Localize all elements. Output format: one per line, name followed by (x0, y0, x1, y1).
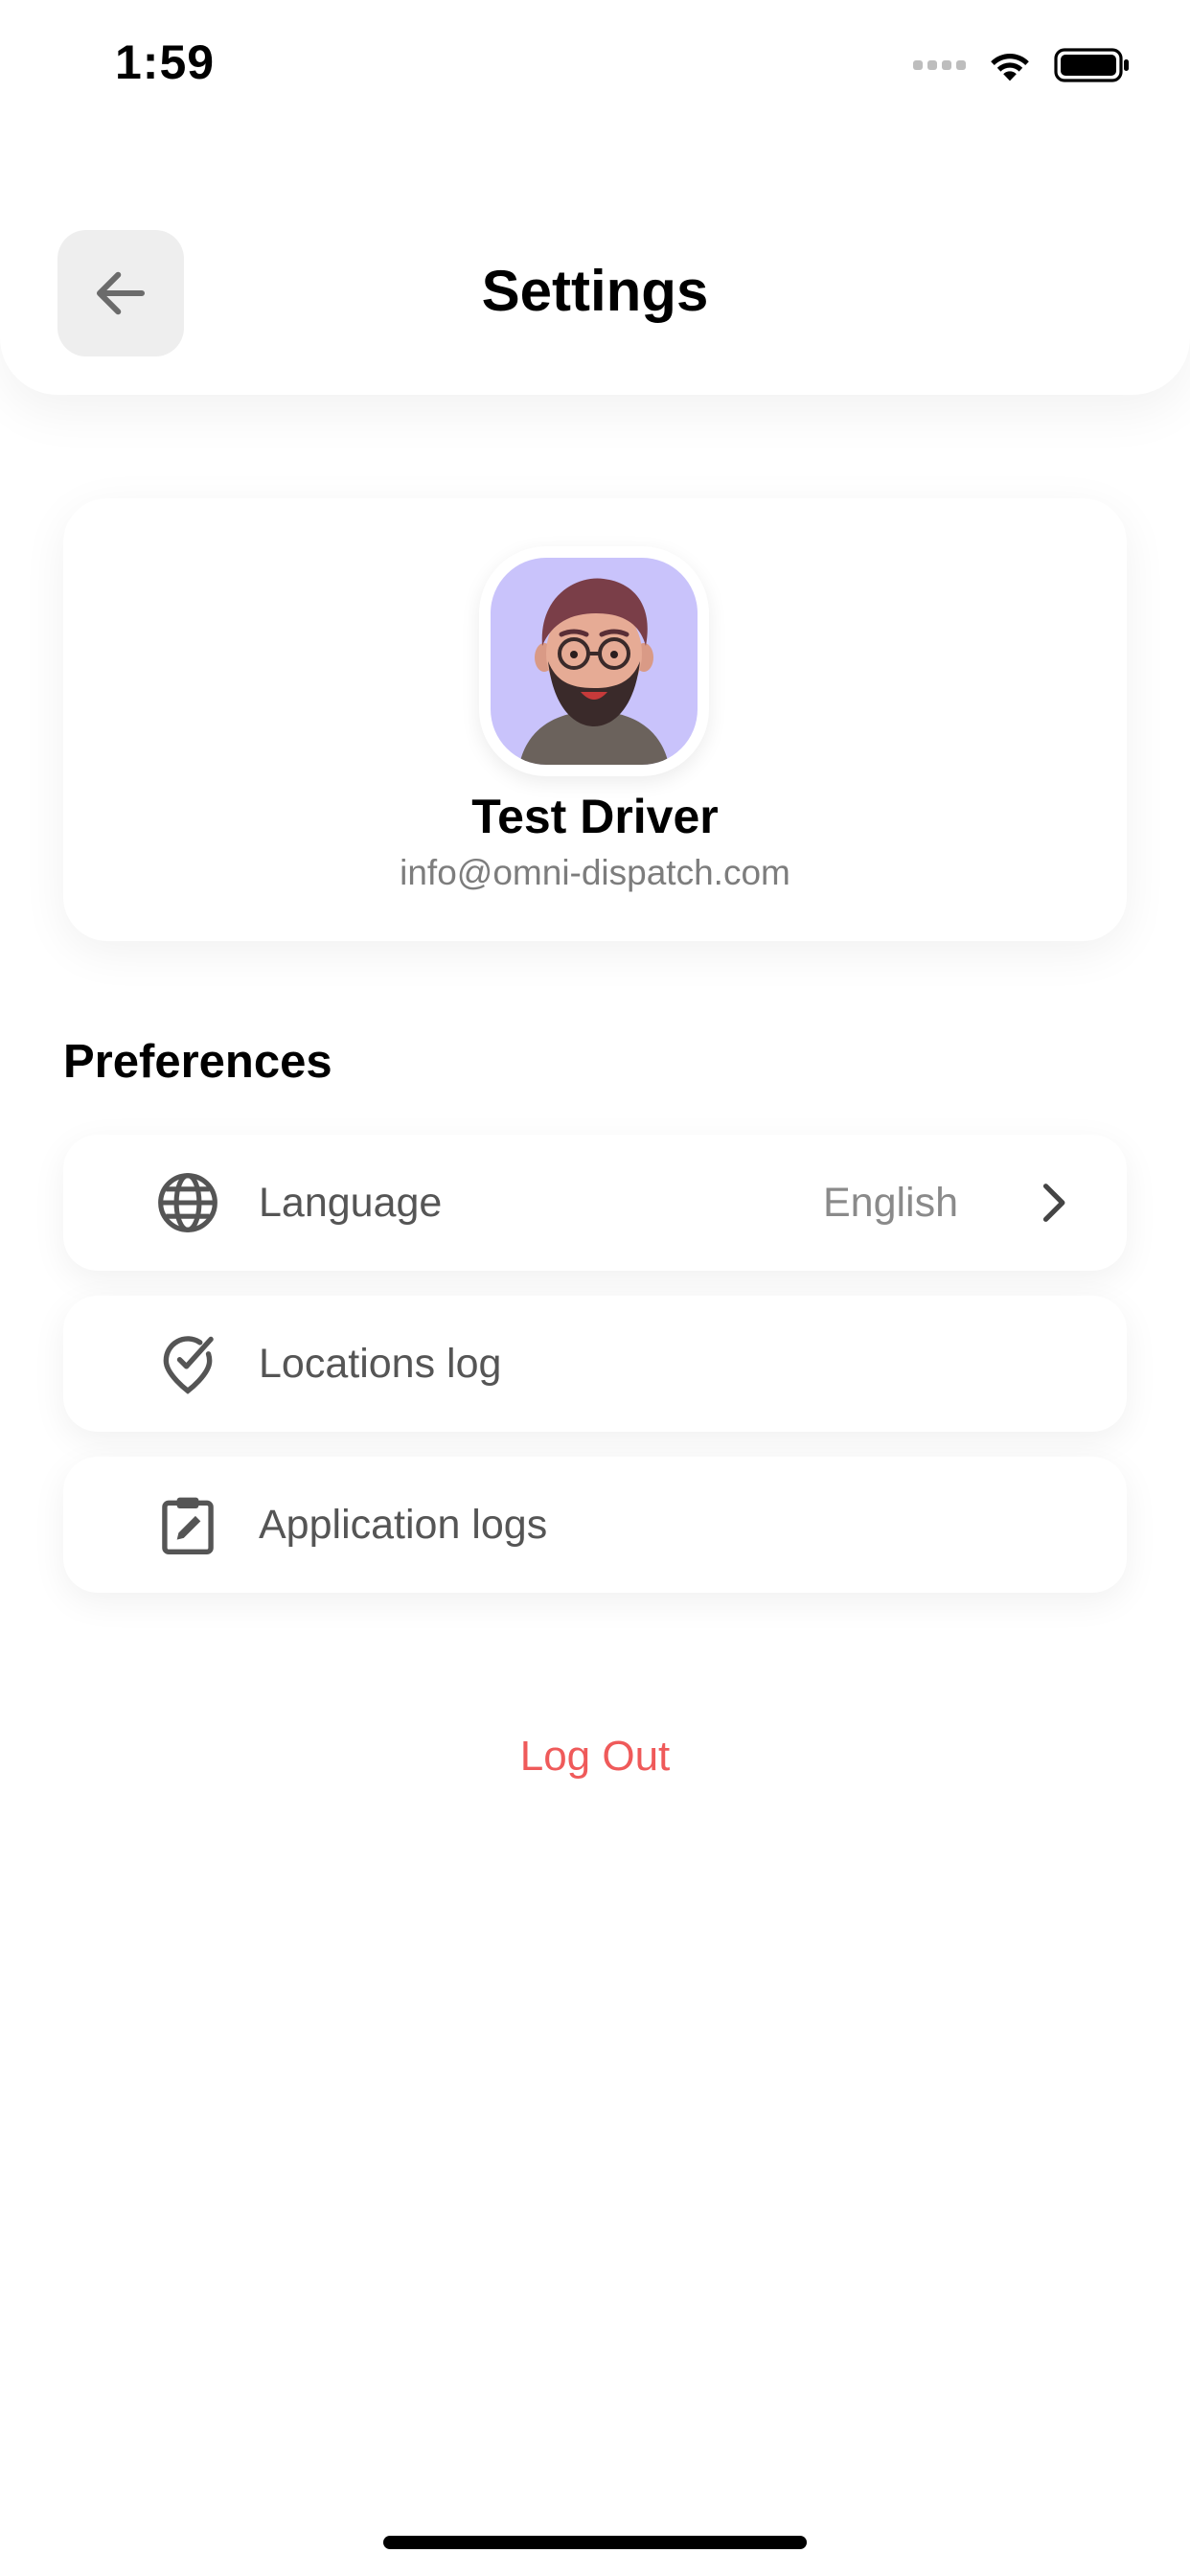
status-bar: 1:59 (0, 0, 1190, 134)
preferences-title: Preferences (63, 1036, 332, 1088)
profile-name: Test Driver (471, 790, 719, 843)
logout-button[interactable]: Log Out (0, 1730, 1190, 1783)
signal-icon (913, 60, 966, 70)
chevron-right-icon (1042, 1184, 1065, 1222)
preference-locations-log-label: Locations log (259, 1341, 502, 1387)
avatar[interactable] (479, 546, 709, 776)
home-indicator (383, 2536, 807, 2549)
preference-application-logs[interactable]: Application logs (63, 1457, 1127, 1593)
avatar-illustration (519, 578, 669, 765)
location-check-icon (163, 1336, 214, 1394)
wifi-icon (991, 53, 1029, 81)
globe-icon (158, 1173, 217, 1232)
header: 1:59 Settings (0, 0, 1190, 395)
settings-screen: 1:59 Settings Test Driver info@omni-disp… (0, 0, 1190, 2576)
status-icons (913, 46, 1131, 84)
preference-language-value: English (822, 1180, 958, 1226)
preference-locations-log[interactable]: Locations log (63, 1296, 1127, 1432)
status-time: 1:59 (115, 35, 216, 89)
preference-language-label: Language (259, 1180, 443, 1226)
preference-application-logs-label: Application logs (259, 1502, 548, 1548)
profile-email: info@omni-dispatch.com (400, 853, 790, 892)
page-title: Settings (481, 259, 709, 323)
avatar-image (491, 558, 698, 765)
preference-language[interactable]: Language English (63, 1135, 1127, 1271)
clipboard-edit-icon (162, 1497, 214, 1555)
battery-icon (1054, 48, 1129, 82)
